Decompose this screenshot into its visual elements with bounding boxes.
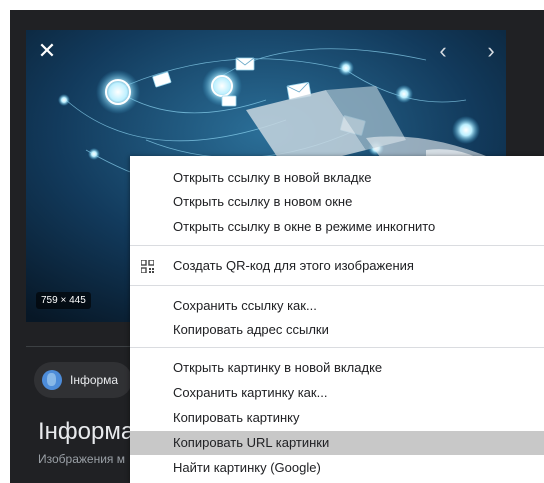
source-link[interactable]: Інформа xyxy=(34,362,133,398)
menu-create-qr-code[interactable]: Создать QR-код для этого изображения xyxy=(130,254,544,278)
qr-code-icon xyxy=(141,260,154,273)
image-dimensions: 759 × 445 xyxy=(36,292,91,309)
menu-save-image-as[interactable]: Сохранить картинку как... xyxy=(130,381,544,405)
menu-open-link-new-window[interactable]: Открыть ссылку в новом окне xyxy=(130,190,544,214)
menu-open-link-incognito[interactable]: Открыть ссылку в окне в режиме инкогнито xyxy=(130,215,544,239)
page-subtitle: Изображения м xyxy=(38,452,125,466)
menu-open-link-new-tab[interactable]: Открыть ссылку в новой вкладке xyxy=(130,166,544,190)
menu-open-image-new-tab[interactable]: Открыть картинку в новой вкладке xyxy=(130,356,544,380)
chevron-right-icon[interactable]: › xyxy=(478,38,504,64)
menu-save-link-as[interactable]: Сохранить ссылку как... xyxy=(130,294,544,318)
menu-separator xyxy=(130,285,544,286)
source-label: Інформа xyxy=(70,373,119,387)
globe-icon xyxy=(42,370,62,390)
context-menu: Открыть ссылку в новой вкладке Открыть с… xyxy=(130,156,544,483)
chevron-left-icon[interactable]: ‹ xyxy=(430,38,456,64)
menu-copy-image-url[interactable]: Копировать URL картинки xyxy=(130,431,544,455)
close-icon[interactable]: ✕ xyxy=(34,38,60,64)
menu-search-image-google[interactable]: Найти картинку (Google) xyxy=(130,456,544,480)
menu-separator xyxy=(130,347,544,348)
menu-separator xyxy=(130,245,544,246)
menu-copy-link-address[interactable]: Копировать адрес ссылки xyxy=(130,318,544,342)
screenshot-frame: ✕ ‹ › 759 × 445 Інформа Інформац Изображ… xyxy=(0,0,544,483)
menu-copy-image[interactable]: Копировать картинку xyxy=(130,406,544,430)
